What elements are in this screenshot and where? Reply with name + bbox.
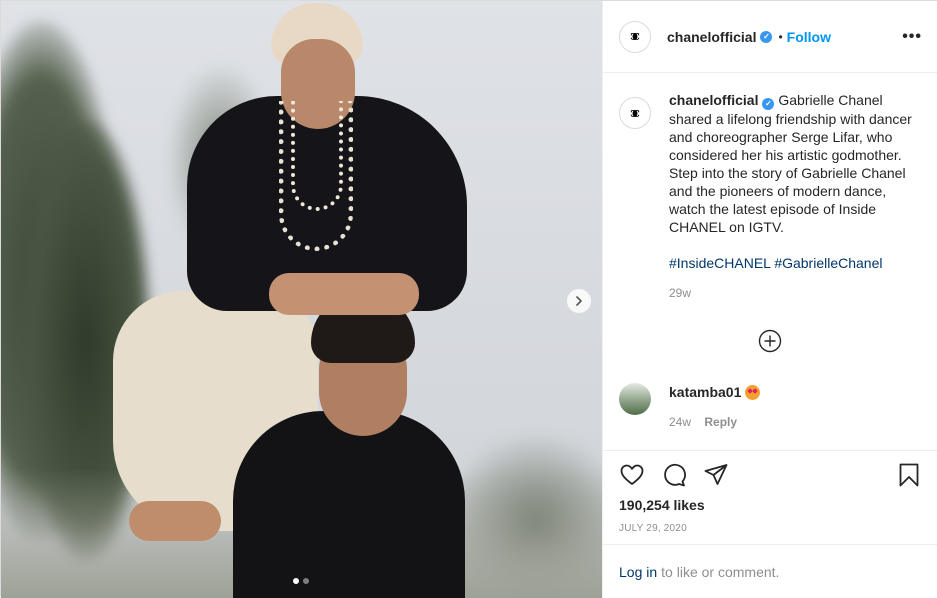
follow-button[interactable]: Follow <box>787 29 831 45</box>
author-username[interactable]: chanelofficial <box>667 29 756 45</box>
heart-eyes-emoji-icon <box>745 385 761 400</box>
share-icon[interactable] <box>703 462 729 488</box>
more-options-button[interactable]: ••• <box>902 28 922 46</box>
login-link[interactable]: Log in <box>619 564 657 580</box>
action-bar <box>619 461 922 489</box>
caption-text: Gabrielle Chanel shared a lifelong frien… <box>669 92 912 235</box>
commenter-avatar[interactable] <box>619 383 651 415</box>
man-hand <box>129 501 221 541</box>
commenter-username[interactable]: katamba01 <box>669 384 741 400</box>
pearl-necklace <box>291 101 343 211</box>
carousel-dot <box>303 578 309 584</box>
hashtag-link[interactable]: #GabrielleChanel <box>774 255 882 271</box>
woman-hands <box>269 273 419 315</box>
post-photo[interactable] <box>1 1 602 598</box>
bookmark-icon[interactable] <box>896 462 922 488</box>
chanel-cc-logo-icon: ↄc <box>630 29 640 44</box>
caption-body: chanelofficial ✓ Gabrielle Chanel shared … <box>669 91 919 302</box>
chanel-cc-logo-icon: ↄc <box>630 105 640 121</box>
hashtag-link[interactable]: #InsideCHANEL <box>669 255 770 271</box>
comment-item: katamba01 24w Reply <box>619 383 761 429</box>
caption-hashtags: #InsideCHANEL #GabrielleChanel <box>669 254 919 272</box>
comment-meta: 24w Reply <box>669 415 760 429</box>
post-date: JULY 29, 2020 <box>619 523 687 534</box>
likes-count[interactable]: 190,254 likes <box>619 497 705 513</box>
login-prompt-text: to like or comment. <box>661 563 780 580</box>
post-container: ↄc chanelofficial ✓ • Follow ••• ↄc chan… <box>0 0 937 598</box>
post-actions: 190,254 likes JULY 29, 2020 <box>603 450 937 544</box>
verified-badge-icon: ✓ <box>762 98 775 110</box>
reply-button[interactable]: Reply <box>704 415 737 429</box>
separator-dot: • <box>778 29 783 44</box>
plus-circle-icon[interactable] <box>758 329 782 353</box>
comment-timestamp[interactable]: 24w <box>669 415 691 429</box>
caption-author-avatar[interactable]: ↄc <box>619 97 651 129</box>
post-side-panel: ↄc chanelofficial ✓ • Follow ••• ↄc chan… <box>602 1 937 598</box>
caption-username[interactable]: chanelofficial <box>669 92 758 108</box>
caption-timestamp[interactable]: 29w <box>669 284 919 302</box>
comment-body: katamba01 24w Reply <box>669 383 761 429</box>
login-prompt: Log in to like or comment. <box>603 544 937 598</box>
man-black-shirt <box>233 411 465 598</box>
heart-icon[interactable] <box>619 462 645 488</box>
carousel-dot-active <box>293 578 299 584</box>
comment-icon[interactable] <box>661 462 687 488</box>
caption: ↄc chanelofficial ✓ Gabrielle Chanel shar… <box>619 91 922 302</box>
comments-section: ↄc chanelofficial ✓ Gabrielle Chanel shar… <box>603 73 937 450</box>
author-avatar[interactable]: ↄc <box>619 20 651 53</box>
chevron-right-icon <box>576 296 582 306</box>
carousel-next-button[interactable] <box>567 289 591 313</box>
verified-badge-icon: ✓ <box>760 30 773 43</box>
carousel-indicator <box>293 578 309 584</box>
post-header: ↄc chanelofficial ✓ • Follow ••• <box>603 1 937 73</box>
